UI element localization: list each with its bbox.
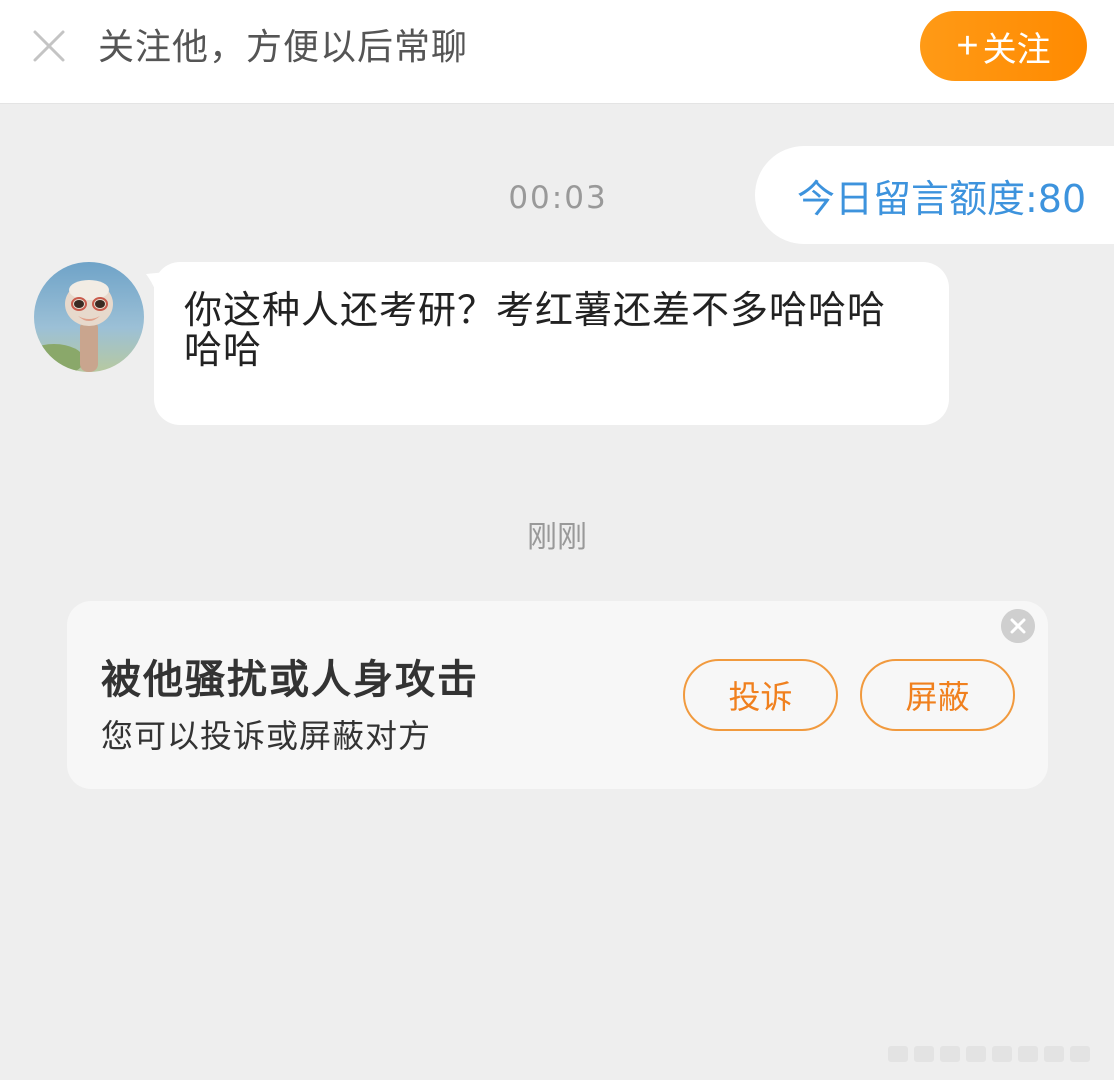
ostrich-avatar-image <box>34 262 144 372</box>
watermark-graphic <box>888 1046 1090 1062</box>
quota-badge: 今日留言额度:80 <box>755 146 1114 244</box>
report-title: 被他骚扰或人身攻击 <box>101 657 479 703</box>
report-subtitle: 您可以投诉或屏蔽对方 <box>101 717 432 755</box>
plus-icon: + <box>956 24 979 67</box>
message-bubble[interactable]: 你这种人还考研？考红薯还差不多哈哈哈哈哈 <box>154 262 949 425</box>
follow-prompt-text: 关注他，方便以后常聊 <box>98 27 469 68</box>
report-card: 被他骚扰或人身攻击 您可以投诉或屏蔽对方 投诉 屏蔽 <box>67 601 1048 789</box>
message-text: 你这种人还考研？考红薯还差不多哈哈哈哈哈 <box>184 288 887 372</box>
follow-button[interactable]: + 关注 <box>920 11 1087 81</box>
avatar[interactable] <box>34 262 144 372</box>
timestamp-now: 刚刚 <box>527 520 587 555</box>
quota-text: 今日留言额度:80 <box>797 176 1087 221</box>
timestamp: 00:03 <box>508 180 608 216</box>
close-icon[interactable] <box>32 29 66 63</box>
top-bar: 关注他，方便以后常聊 + 关注 <box>0 0 1114 104</box>
complain-button[interactable]: 投诉 <box>683 659 838 731</box>
block-button[interactable]: 屏蔽 <box>860 659 1015 731</box>
follow-label: 关注 <box>982 30 1051 69</box>
close-circle-icon[interactable] <box>1001 609 1035 643</box>
